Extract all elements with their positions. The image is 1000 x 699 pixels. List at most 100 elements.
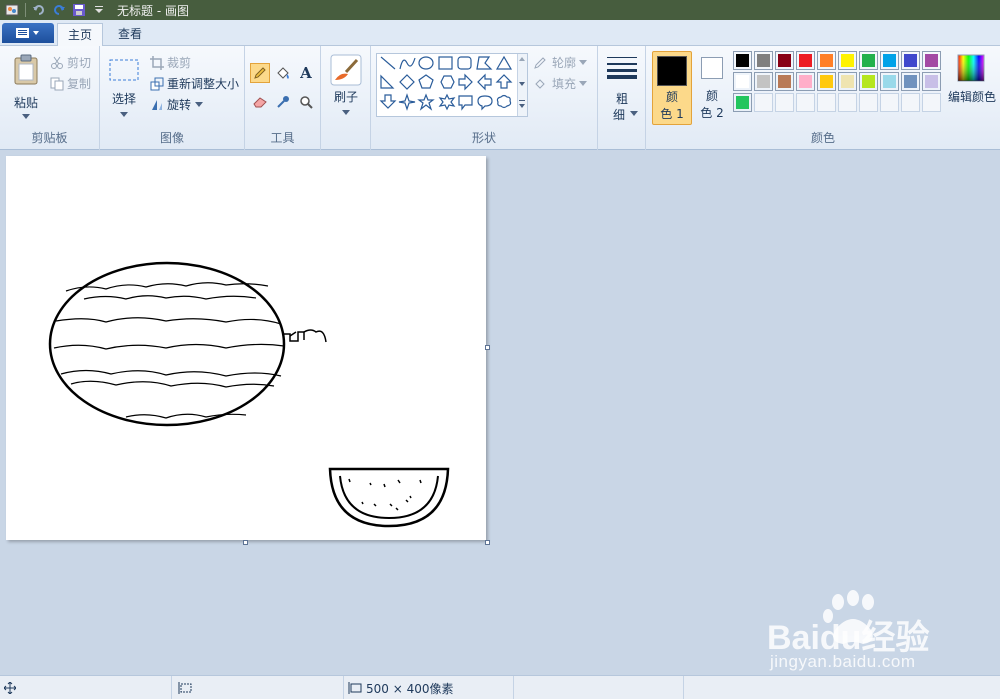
crop-label: 裁剪 (167, 56, 192, 70)
resize-button[interactable]: 重新调整大小 (150, 75, 239, 92)
line-shape-icon (380, 56, 396, 70)
tab-view[interactable]: 查看 (108, 23, 152, 46)
rotate-icon (152, 99, 162, 110)
shapes-scrollbar[interactable] (517, 54, 527, 116)
palette-swatch[interactable] (775, 51, 794, 70)
palette-swatch[interactable] (838, 51, 857, 70)
hexagon-shape-icon (440, 75, 455, 89)
palette-empty-slot[interactable] (838, 93, 857, 112)
palette-swatch[interactable] (880, 72, 899, 91)
palette-swatch[interactable] (817, 51, 836, 70)
palette-swatch[interactable] (796, 51, 815, 70)
palette-empty-slot[interactable] (901, 93, 920, 112)
paint-bucket-icon (277, 67, 289, 79)
palette-swatch[interactable] (733, 93, 752, 112)
palette-swatch-color (799, 75, 812, 88)
copy-button[interactable]: 复制 (50, 75, 91, 92)
magnifier-tool[interactable] (296, 92, 316, 112)
palette-swatch-color (736, 96, 749, 109)
palette-swatch[interactable] (922, 72, 941, 91)
palette-empty-slot[interactable] (859, 93, 878, 112)
brushes-button[interactable]: 刷子 (327, 52, 365, 122)
pentagon-shape-icon (418, 74, 434, 89)
text-tool[interactable]: A (296, 63, 316, 83)
palette-swatch-color (883, 54, 896, 67)
quick-access-toolbar (0, 0, 109, 20)
image-group-label: 图像 (159, 131, 184, 145)
color2-swatch (701, 57, 723, 79)
palette-swatch[interactable] (859, 72, 878, 91)
palette-empty-slot[interactable] (754, 93, 773, 112)
drawing-canvas[interactable] (6, 156, 486, 540)
palette-swatch[interactable] (880, 51, 899, 70)
pencil-tool[interactable] (250, 63, 270, 83)
palette-swatch[interactable] (922, 51, 941, 70)
color2-button[interactable]: 颜 色 2 (696, 51, 728, 125)
paint-app-icon[interactable] (4, 2, 20, 18)
palette-swatch-color (757, 54, 770, 67)
text-tool-icon: A (300, 64, 312, 82)
palette-swatch-color (904, 54, 917, 67)
oval-shape-icon (418, 56, 434, 70)
cut-button[interactable]: 剪切 (50, 54, 91, 71)
palette-empty-slot[interactable] (880, 93, 899, 112)
palette-swatch[interactable] (733, 72, 752, 91)
customize-qa-dropdown-icon[interactable] (91, 2, 107, 18)
magnifier-icon (300, 96, 313, 109)
fill-button[interactable]: 填充 (533, 75, 588, 92)
color-picker-tool[interactable] (273, 92, 293, 112)
edit-colors-button[interactable]: 编辑颜色 (946, 52, 998, 112)
resize-handle-bottom[interactable] (243, 540, 248, 545)
paint-menu-button[interactable] (2, 23, 54, 43)
color1-button[interactable]: 颜 色 1 (652, 51, 692, 125)
rotate-button[interactable]: 旋转 (150, 96, 204, 113)
drawing (48, 261, 450, 528)
select-button[interactable]: 选择 (106, 52, 142, 122)
ribbon: 粘贴 剪切 复制 剪贴板 选择 裁剪 重新调整大小 旋转 图像 A 工具 刷子 … (0, 46, 1000, 150)
palette-empty-slot[interactable] (922, 93, 941, 112)
palette-swatch[interactable] (733, 51, 752, 70)
save-icon[interactable] (71, 2, 87, 18)
tab-home[interactable]: 主页 (57, 23, 104, 46)
palette-empty-slot[interactable] (796, 93, 815, 112)
undo-icon[interactable] (31, 2, 47, 18)
image-group: 选择 裁剪 重新调整大小 旋转 图像 (100, 46, 245, 150)
resize-handle-corner[interactable] (485, 540, 490, 545)
down-arrow-shape-icon (379, 94, 397, 109)
palette-swatch[interactable] (754, 72, 773, 91)
palette-swatch[interactable] (859, 51, 878, 70)
resize-handle-right[interactable] (485, 345, 490, 350)
palette-swatch[interactable] (838, 72, 857, 91)
crop-button[interactable]: 裁剪 (150, 54, 191, 71)
eraser-tool[interactable] (250, 92, 270, 112)
fill-tool[interactable] (273, 63, 293, 83)
resize-label: 重新调整大小 (167, 77, 240, 91)
palette-swatch[interactable] (754, 51, 773, 70)
watermelon-stripes (53, 282, 285, 419)
fill-bucket-icon (535, 78, 545, 89)
diamond-shape-icon (399, 74, 415, 90)
palette-swatch[interactable] (796, 72, 815, 91)
size-button[interactable]: 粗 细 (604, 52, 640, 128)
color-palette (733, 51, 945, 117)
copy-label: 复制 (67, 77, 92, 91)
redo-icon[interactable] (51, 2, 67, 18)
palette-swatch[interactable] (817, 72, 836, 91)
paste-button[interactable]: 粘贴 (8, 52, 44, 132)
brushes-dropdown-icon (342, 110, 350, 115)
right-triangle-shape-icon (380, 74, 395, 89)
palette-swatch-color (778, 54, 791, 67)
slice-rind-line (339, 475, 439, 520)
color-spectrum-icon (957, 54, 985, 82)
status-zoom (684, 676, 1000, 699)
line-size-icon (607, 57, 637, 79)
palette-empty-slot[interactable] (817, 93, 836, 112)
palette-swatch[interactable] (901, 72, 920, 91)
qa-separator (25, 3, 26, 17)
outline-button[interactable]: 轮廓 (533, 54, 588, 71)
palette-swatch[interactable] (901, 51, 920, 70)
palette-empty-slot[interactable] (775, 93, 794, 112)
scissors-icon (51, 56, 63, 69)
palette-swatch[interactable] (775, 72, 794, 91)
triangle-shape-icon (495, 55, 513, 70)
